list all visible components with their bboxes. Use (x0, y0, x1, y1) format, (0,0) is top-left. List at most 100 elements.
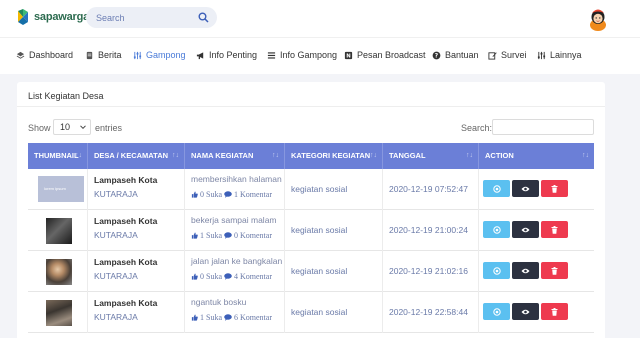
nav-label: Dashboard (29, 50, 74, 60)
table-row: Lampaseh Kota KUTARAJA bekerja sampai ma… (28, 210, 594, 251)
trash-icon (551, 266, 558, 275)
view-button[interactable] (512, 221, 539, 238)
nav-label: Lainnya (550, 50, 582, 60)
nav-dashboard[interactable]: Dashboard (16, 50, 73, 60)
eye-icon (521, 309, 530, 314)
detail-button[interactable] (483, 221, 510, 238)
kegiatan-cell: bekerja sampai malam 1 Suka 0 Komentar (185, 210, 285, 251)
tanggal-cell: 2020-12-19 21:00:24 (383, 210, 479, 251)
kegiatan-meta: 1 Suka 0 Komentar (191, 231, 272, 240)
nav-gampong[interactable]: Gampong (133, 50, 186, 60)
kecamatan-name: KUTARAJA (94, 312, 138, 322)
nav-info-gampong[interactable]: Info Gampong (267, 50, 337, 60)
kegiatan-cell: membersihkan halaman 0 Suka 1 Komentar (185, 169, 285, 210)
nav-label: Berita (98, 50, 122, 60)
delete-button[interactable] (541, 262, 568, 279)
nav-pesan-broadcast[interactable]: N Pesan Broadcast (344, 50, 426, 60)
trash-icon (551, 225, 558, 234)
action-cell (479, 210, 594, 251)
thumbs-up-icon (191, 191, 198, 198)
thumbs-up-icon (191, 273, 198, 280)
detail-button[interactable] (483, 180, 510, 197)
thumbnail-cell: lorem ipsum (28, 169, 88, 210)
sort-icon: ↑↓ (466, 152, 473, 159)
th-kategori[interactable]: KATEGORI KEGIATAN ↑↓ (285, 143, 383, 169)
detail-button[interactable] (483, 262, 510, 279)
table-row: Lampaseh Kota KUTARAJA ngantuk bosku 1 S… (28, 292, 594, 333)
global-search[interactable] (86, 7, 217, 28)
desa-name: Lampaseh Kota (94, 298, 158, 308)
tanggal-value: 2020-12-19 21:02:16 (389, 266, 468, 276)
kecamatan-name: KUTARAJA (94, 271, 138, 281)
table-header: THUMBNAIL ↑↓ DESA / KECAMATAN ↑↓ NAMA KEGI… (28, 143, 594, 169)
detail-button[interactable] (483, 303, 510, 320)
user-avatar-icon[interactable] (588, 5, 608, 31)
kegiatan-meta: 0 Suka 4 Komentar (191, 272, 272, 281)
brand-logo[interactable]: sapawarga (16, 9, 89, 25)
nav-label: Bantuan (445, 50, 479, 60)
nav-survei[interactable]: Survei (488, 50, 527, 60)
target-icon (492, 184, 501, 193)
top-bar: sapawarga (0, 0, 640, 37)
desa-name: Lampaseh Kota (94, 257, 158, 267)
thumbnail-image[interactable] (46, 259, 72, 285)
tanggal-value: 2020-12-19 22:58:44 (389, 307, 468, 317)
view-button[interactable] (512, 303, 539, 320)
tanggal-cell: 2020-12-19 07:52:47 (383, 169, 479, 210)
trash-icon (551, 307, 558, 316)
kategori-value: kegiatan sosial (291, 307, 348, 317)
table-search-input[interactable] (492, 119, 594, 135)
eye-icon (521, 227, 530, 232)
target-icon (492, 225, 501, 234)
comment-icon (224, 314, 232, 321)
table-search-label: Search: (461, 123, 493, 133)
kegiatan-cell: ngantuk bosku 1 Suka 6 Komentar (185, 292, 285, 333)
nav-bantuan[interactable]: ? Bantuan (432, 50, 479, 60)
delete-button[interactable] (541, 303, 568, 320)
nav-label: Info Gampong (280, 50, 338, 60)
view-button[interactable] (512, 180, 539, 197)
thumbnail-image[interactable] (46, 300, 72, 326)
eye-icon (521, 268, 530, 273)
nav-label: Gampong (146, 50, 186, 60)
divider (17, 106, 605, 107)
entries-select[interactable]: 10 (53, 119, 91, 135)
chevron-down-icon (80, 125, 86, 130)
thumbnail-image[interactable] (46, 218, 72, 244)
broadcast-icon: N (344, 51, 353, 59)
brand-name: sapawarga (34, 11, 90, 23)
nav-lainnya[interactable]: Lainnya (537, 50, 582, 60)
th-thumbnail[interactable]: THUMBNAIL ↑↓ (28, 143, 88, 169)
entries-select-value: 10 (60, 122, 71, 132)
comment-icon (224, 232, 232, 239)
search-input[interactable] (96, 11, 191, 24)
sapawarga-logo-icon (18, 9, 28, 25)
table-row: lorem ipsum Lampaseh Kota KUTARAJA membe… (28, 169, 594, 210)
sliders-icon (133, 51, 142, 59)
kategori-value: kegiatan sosial (291, 184, 348, 194)
document-icon (86, 51, 93, 59)
kategori-value: kegiatan sosial (291, 225, 348, 235)
th-desa[interactable]: DESA / KECAMATAN ↑↓ (88, 143, 185, 169)
question-icon: ? (432, 51, 441, 59)
th-kegiatan[interactable]: NAMA KEGIATAN ↑↓ (185, 143, 285, 169)
nav-label: Pesan Broadcast (357, 50, 426, 60)
nav-label: Survei (501, 50, 527, 60)
nav-berita[interactable]: Berita (85, 50, 122, 60)
delete-button[interactable] (541, 180, 568, 197)
kategori-cell: kegiatan sosial (285, 210, 383, 251)
view-button[interactable] (512, 262, 539, 279)
search-icon[interactable] (198, 12, 209, 23)
delete-button[interactable] (541, 221, 568, 238)
sliders-icon (537, 51, 546, 59)
th-tanggal[interactable]: TANGGAL ↑↓ (383, 143, 479, 169)
kategori-cell: kegiatan sosial (285, 292, 383, 333)
thumbnail-image[interactable]: lorem ipsum (38, 176, 84, 202)
show-label: Show (28, 123, 51, 133)
desa-cell: Lampaseh Kota KUTARAJA (88, 251, 185, 292)
th-action[interactable]: ACTION ↑↓ (479, 143, 594, 169)
nav-info-penting[interactable]: Info Penting (196, 50, 257, 60)
kegiatan-meta: 0 Suka 1 Komentar (191, 190, 272, 199)
kegiatan-name: bekerja sampai malam (191, 215, 277, 225)
kegiatan-name: ngantuk bosku (191, 297, 247, 307)
